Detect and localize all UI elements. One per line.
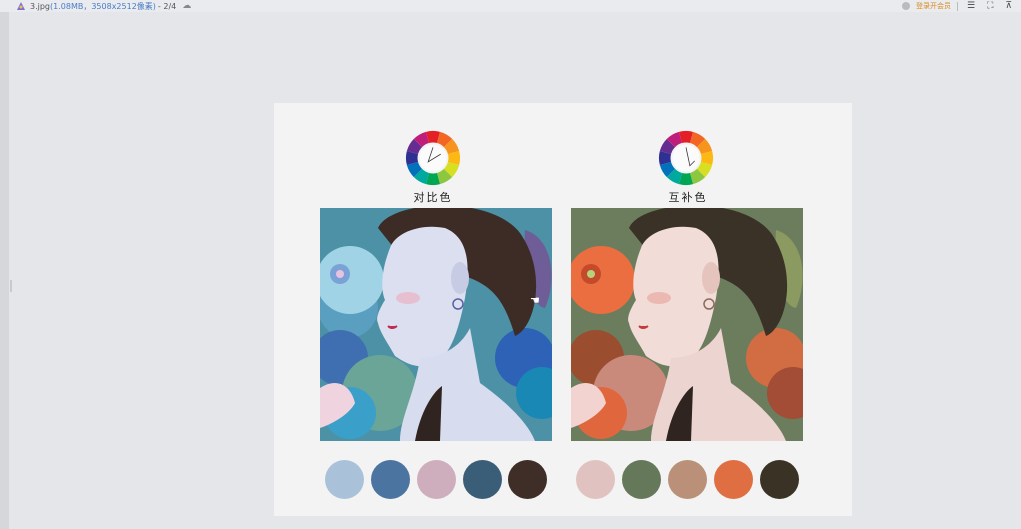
- caption-complementary: 互补色: [668, 191, 708, 204]
- file-meta: (1.08MB，3508x2512像素): [50, 1, 156, 11]
- cloud-icon[interactable]: ☁: [182, 1, 191, 11]
- swatch-color: [714, 460, 753, 499]
- user-avatar-icon[interactable]: [902, 2, 911, 10]
- swatch-color: [760, 460, 799, 499]
- illustration-complementary: [571, 208, 803, 441]
- file-name: 3.jpg: [30, 1, 51, 11]
- swatch-color: [622, 460, 661, 499]
- swatch-color: [668, 460, 707, 499]
- swatch-color: [325, 460, 364, 499]
- divider: [957, 1, 959, 11]
- fullscreen-icon[interactable]: ⛶: [984, 1, 996, 11]
- hand-cursor-icon: ☚: [530, 294, 540, 307]
- side-panel-edge: [0, 12, 12, 529]
- page-indicator: - 2/4: [157, 1, 177, 11]
- pin-icon[interactable]: ⊼: [1002, 1, 1015, 11]
- swatch-color: [508, 460, 547, 499]
- swatch-color: [463, 460, 502, 499]
- color-wheel-icon-right: [658, 130, 714, 186]
- title-bar: 3.jpg (1.08MB，3508x2512像素) - 2/4 ☁ 登录开会员…: [0, 0, 1021, 12]
- color-wheel-icon-left: [405, 130, 461, 186]
- image-viewer-icon: [17, 2, 25, 10]
- caption-contrast: 对比色: [413, 191, 453, 204]
- swatch-color: [371, 460, 410, 499]
- side-panel-toggle[interactable]: [10, 280, 12, 292]
- illustration-contrast: [320, 208, 552, 441]
- swatch-color: [417, 460, 456, 499]
- swatch-color: [576, 460, 615, 499]
- image-canvas: 对比色 互补色: [274, 103, 852, 516]
- vip-login-link[interactable]: 登录开会员: [916, 1, 951, 11]
- menu-icon[interactable]: ☰: [964, 1, 978, 11]
